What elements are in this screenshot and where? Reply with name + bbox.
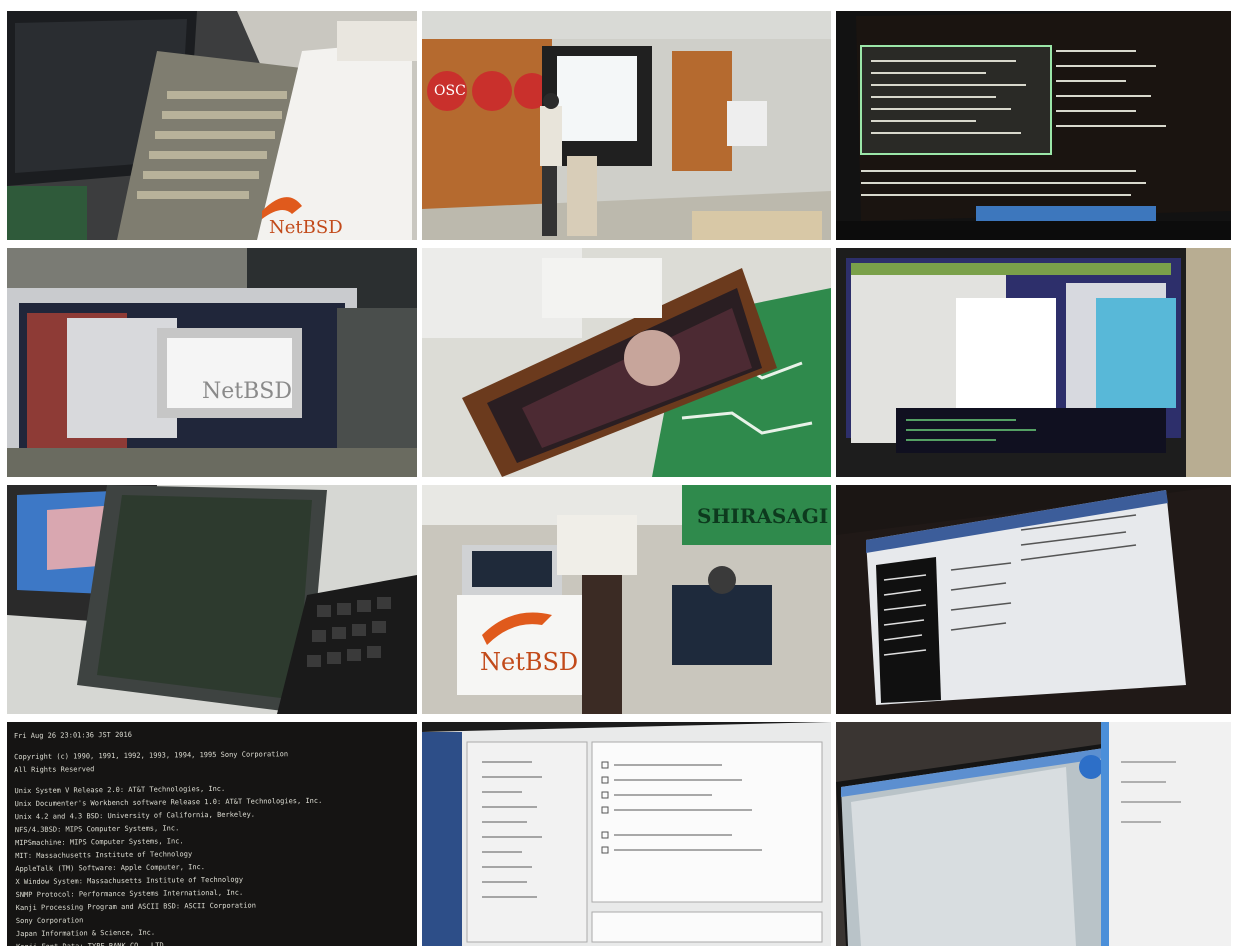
photo-image — [836, 485, 1231, 714]
photo-booth-netbsd[interactable]: SHIRASAGI NetBSD — [422, 485, 831, 714]
photo-wooden-frame-display[interactable] — [422, 248, 831, 477]
photo-image — [422, 248, 831, 477]
photo-installer-checkboxes[interactable] — [422, 722, 831, 946]
sign-label: NetBSD — [269, 217, 343, 238]
photo-image — [7, 485, 417, 714]
photo-boot-console[interactable]: Fri Aug 26 23:01:36 JST 2016 Copyright (… — [7, 722, 417, 946]
photo-japanese-installer[interactable] — [836, 485, 1231, 714]
photo-image: SHIRASAGI NetBSD — [422, 485, 831, 714]
photo-image: NetBSD — [7, 11, 417, 240]
photo-monitor-windows[interactable] — [836, 248, 1231, 477]
photo-laptop-netbsd-sign[interactable]: NetBSD — [7, 11, 417, 240]
photo-presentation-hall[interactable]: OSC — [422, 11, 831, 240]
photo-image — [836, 722, 1231, 946]
booth-sign-label: SHIRASAGI — [697, 504, 828, 528]
photo-gallery: NetBSD OSC NetBSD SHIRASAGI NetBSD Fri A… — [7, 11, 1231, 947]
banner-label: NetBSD — [480, 648, 578, 676]
banner-label: OSC — [434, 83, 466, 99]
photo-image — [836, 11, 1231, 240]
photo-image: OSC — [422, 11, 831, 240]
photo-image — [422, 722, 831, 946]
photo-image: NetBSD — [7, 248, 417, 477]
photo-macbook-netbsd[interactable]: NetBSD — [7, 248, 417, 477]
screen-label: NetBSD — [202, 379, 292, 404]
console-text: Fri Aug 26 23:01:36 JST 2016 Copyright (… — [14, 726, 410, 946]
photo-image — [836, 248, 1231, 477]
photo-monitor-console[interactable] — [836, 11, 1231, 240]
photo-monitor-desktop[interactable] — [836, 722, 1231, 946]
photo-tablet-keyboard[interactable] — [7, 485, 417, 714]
